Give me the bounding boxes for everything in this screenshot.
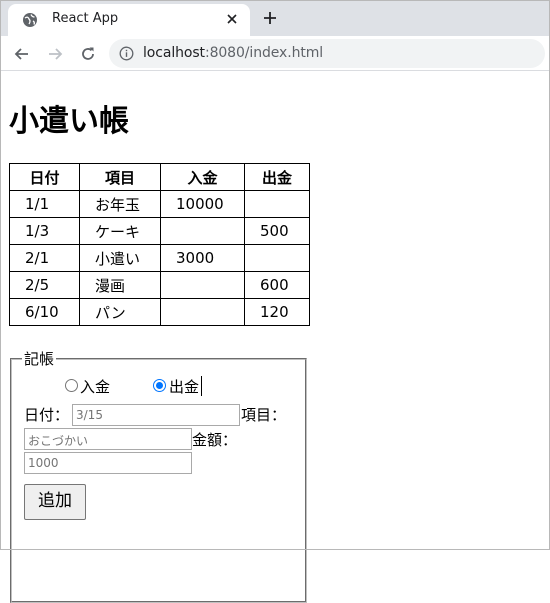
cell-date: 2/5 — [9, 271, 80, 299]
info-icon[interactable] — [119, 46, 134, 61]
address-bar[interactable]: localhost:8080/index.html — [109, 39, 545, 68]
cell-income — [160, 298, 245, 326]
back-arrow-icon[interactable] — [13, 45, 31, 63]
table-row: 6/10 パン 120 — [9, 298, 310, 326]
cell-expense — [244, 244, 310, 272]
column-header-income: 入金 — [160, 163, 245, 191]
cell-expense: 500 — [244, 217, 310, 245]
new-tab-icon[interactable] — [262, 10, 278, 26]
reload-icon[interactable] — [79, 45, 97, 63]
browser-tab[interactable]: React App — [8, 4, 250, 36]
cell-income — [160, 271, 245, 299]
amount-label: 金額： — [192, 431, 238, 449]
column-header-item: 項目 — [79, 163, 161, 191]
radio-expense[interactable] — [153, 379, 166, 392]
date-input[interactable]: 3/15 — [72, 404, 240, 426]
cell-income — [160, 217, 245, 245]
cell-expense — [244, 190, 310, 218]
cell-item: 漫画 — [79, 271, 161, 299]
cell-item: ケーキ — [79, 217, 161, 245]
item-label: 項目： — [241, 406, 287, 424]
page-title: 小遣い帳 — [9, 104, 129, 139]
cell-income: 10000 — [160, 190, 245, 218]
radio-income[interactable] — [65, 379, 78, 392]
cell-date: 1/1 — [9, 190, 80, 218]
browser-toolbar: localhost:8080/index.html — [0, 36, 550, 71]
item-input[interactable]: おこづかい — [24, 428, 192, 450]
table-row: 2/5 漫画 600 — [9, 271, 310, 299]
cell-expense: 120 — [244, 298, 310, 326]
cell-date: 6/10 — [9, 298, 80, 326]
table-row: 2/1 小遣い 3000 — [9, 244, 310, 272]
tab-title: React App — [52, 11, 119, 26]
radio-income-label[interactable]: 入金 — [80, 376, 110, 397]
table-row: 1/3 ケーキ 500 — [9, 217, 310, 245]
cell-date: 1/3 — [9, 217, 80, 245]
cell-item: お年玉 — [79, 190, 161, 218]
globe-icon — [23, 13, 37, 27]
page-content: 小遣い帳 日付 項目 入金 出金 1/1 お年玉 10000 1/3 ケーキ 5… — [0, 72, 550, 603]
radio-expense-label[interactable]: 出金 — [169, 376, 199, 397]
forward-arrow-icon[interactable] — [46, 45, 64, 63]
url-path: :8080/index.html — [204, 45, 324, 61]
url-host: localhost — [143, 45, 205, 61]
cell-income: 3000 — [160, 244, 245, 272]
cell-expense: 600 — [244, 271, 310, 299]
cell-item: 小遣い — [79, 244, 161, 272]
ledger-table: 日付 項目 入金 出金 1/1 お年玉 10000 1/3 ケーキ 500 2/… — [9, 163, 310, 326]
tab-strip: React App — [0, 0, 550, 36]
close-tab-icon[interactable] — [224, 11, 240, 27]
entry-form-legend: 記帳 — [24, 350, 55, 368]
table-row: 1/1 お年玉 10000 — [9, 190, 310, 218]
table-header-row: 日付 項目 入金 出金 — [9, 163, 310, 191]
column-header-expense: 出金 — [244, 163, 310, 191]
cell-date: 2/1 — [9, 244, 80, 272]
cell-item: パン — [79, 298, 161, 326]
url-text: localhost:8080/index.html — [143, 45, 323, 61]
column-header-date: 日付 — [9, 163, 80, 191]
add-button[interactable]: 追加 — [24, 484, 86, 520]
amount-input[interactable]: 1000 — [24, 452, 192, 474]
date-label: 日付： — [24, 406, 70, 424]
text-caret — [201, 376, 202, 396]
